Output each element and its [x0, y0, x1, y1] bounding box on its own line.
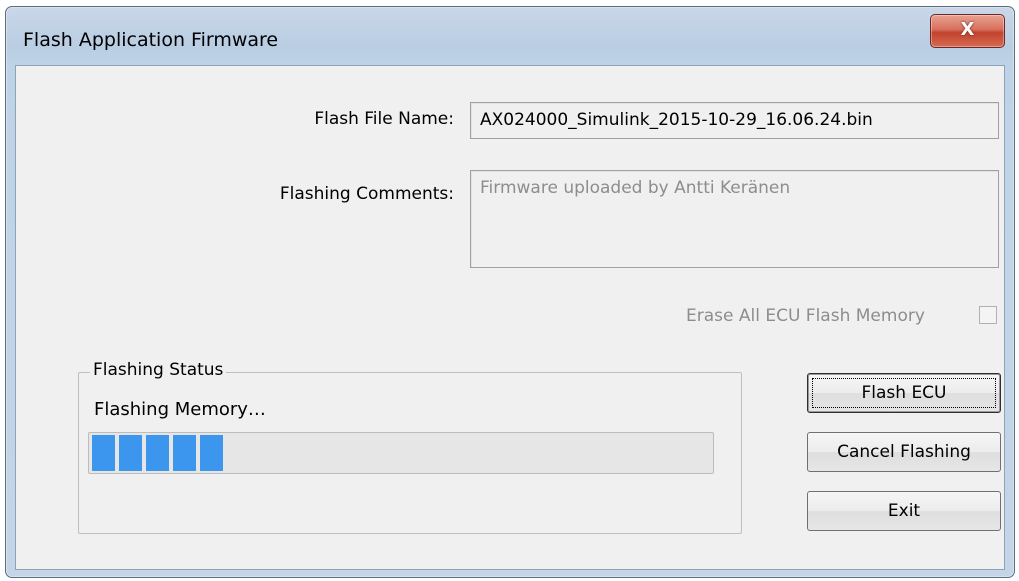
progress-segment: [200, 435, 223, 471]
progress-segment: [173, 435, 196, 471]
flash-file-label: Flash File Name:: [314, 109, 454, 129]
erase-flash-label: Erase All ECU Flash Memory: [686, 306, 925, 326]
flash-ecu-button-label: Flash ECU: [861, 383, 947, 403]
flashing-comments-field[interactable]: Firmware uploaded by Antti Keränen: [470, 170, 999, 268]
title-bar[interactable]: Flash Application Firmware X: [6, 7, 1014, 65]
flashing-status-title: Flashing Status: [90, 360, 227, 380]
flashing-status-message: Flashing Memory…: [94, 399, 266, 420]
dialog-body: Flash File Name: AX024000_Simulink_2015-…: [15, 65, 1005, 570]
exit-button[interactable]: Exit: [807, 491, 1001, 531]
exit-button-label: Exit: [887, 501, 921, 521]
close-button[interactable]: X: [930, 14, 1005, 48]
cancel-flashing-button[interactable]: Cancel Flashing: [807, 432, 1001, 472]
flashing-progress-bar: [88, 432, 714, 474]
cancel-flashing-button-label: Cancel Flashing: [837, 442, 971, 462]
progress-segment: [146, 435, 169, 471]
progress-segment: [92, 435, 115, 471]
window-title: Flash Application Firmware: [23, 29, 279, 51]
progress-segment: [119, 435, 142, 471]
dialog-window: Flash Application Firmware X Flash File …: [5, 6, 1015, 578]
flash-ecu-button[interactable]: Flash ECU: [807, 373, 1001, 413]
flashing-comments-label: Flashing Comments:: [279, 184, 454, 204]
erase-flash-checkbox[interactable]: [979, 306, 997, 324]
flash-file-field[interactable]: AX024000_Simulink_2015-10-29_16.06.24.bi…: [470, 102, 999, 139]
